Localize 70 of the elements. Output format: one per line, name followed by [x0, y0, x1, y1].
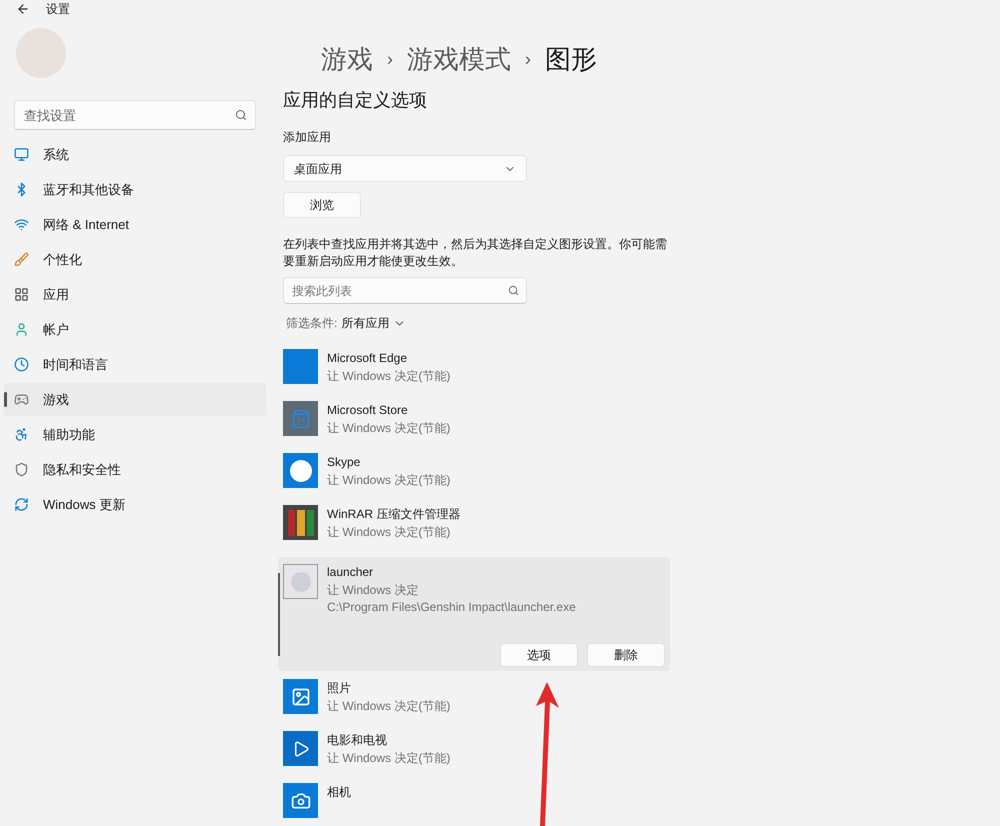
search-icon — [235, 109, 247, 121]
wifi-icon — [14, 217, 29, 232]
breadcrumb-item[interactable]: 游戏模式 — [407, 40, 511, 79]
app-name: 电影和电视 — [327, 732, 388, 749]
app-status: 让 Windows 决定(节能) — [327, 472, 450, 488]
app-list-item[interactable]: 照片 让 Windows 决定(节能) — [283, 679, 678, 731]
person-icon — [14, 322, 29, 337]
app-path: C:\Program Files\Genshin Impact\launcher.exe — [327, 599, 576, 616]
app-name: Microsoft Edge — [327, 350, 408, 367]
sidebar-item[interactable]: 时间和语言 — [4, 348, 266, 381]
app-name: 照片 — [327, 680, 352, 697]
breadcrumb-separator: › — [387, 48, 393, 71]
browse-button[interactable]: 浏览 — [283, 192, 361, 218]
sidebar-item[interactable]: 帐户 — [4, 313, 266, 346]
app-status: 让 Windows 决定(节能) — [327, 420, 450, 436]
camera-icon — [283, 783, 318, 818]
app-list-item[interactable]: 电影和电视 让 Windows 决定(节能) — [283, 731, 678, 783]
app-list-item[interactable]: 相机 — [283, 783, 678, 826]
breadcrumb-item[interactable]: 游戏 — [321, 40, 373, 79]
app-name: Microsoft Store — [327, 402, 409, 419]
section-title: 应用的自定义选项 — [283, 89, 428, 112]
settings-search-field[interactable]: 查找设置 — [14, 100, 256, 130]
field-label: 添加应用 — [283, 129, 332, 146]
app-status: 让 Windows 决定(节能) — [327, 698, 450, 714]
app-name: 相机 — [327, 784, 351, 801]
accessibility-icon — [14, 427, 29, 442]
app-status: 让 Windows 决定(节能) — [327, 750, 450, 766]
app-status: 让 Windows 决定(节能) — [327, 368, 450, 384]
sidebar-item[interactable]: 隐私和安全性 — [4, 453, 266, 486]
app-list-item[interactable]: Skype 让 Windows 决定(节能) — [283, 453, 678, 505]
list-search-field[interactable]: 搜索此列表 — [283, 277, 527, 304]
grid-icon — [14, 287, 29, 302]
shopping-bag-icon — [283, 401, 318, 436]
breadcrumb-separator: › — [525, 48, 531, 71]
filter-dropdown[interactable]: 筛选条件: 所有应用 — [286, 314, 678, 332]
app-list-item[interactable]: launcher 让 Windows 决定 C:\Program Files\Genshin Impact\launcher.exe 选项 删除 — [278, 557, 670, 671]
gamepad-icon — [14, 392, 29, 407]
brush-icon — [14, 252, 29, 267]
app-list-item[interactable]: Microsoft Edge 让 Windows 决定(节能) — [283, 349, 678, 401]
app-status: 让 Windows 决定 — [327, 582, 420, 598]
clock-icon — [14, 357, 29, 372]
app-name: launcher — [327, 564, 374, 581]
app-type-dropdown[interactable]: 桌面应用 — [283, 155, 527, 182]
app-status: 让 Windows 决定(节能) — [327, 524, 452, 540]
window-title: 设置 — [46, 1, 70, 18]
sidebar-item[interactable]: 游戏 — [4, 383, 266, 416]
sidebar-item[interactable]: 个性化 — [4, 243, 266, 276]
sidebar-item[interactable]: 系统 — [4, 138, 266, 171]
photo-icon — [283, 679, 318, 714]
app-list-item[interactable]: Microsoft Store 让 Windows 决定(节能) — [283, 401, 678, 453]
sidebar-item[interactable]: 应用 — [4, 278, 266, 311]
shield-icon — [14, 462, 29, 477]
monitor-icon — [14, 147, 29, 162]
character-avatar — [283, 564, 318, 599]
app-name: WinRAR 压缩文件管理器 — [327, 506, 460, 523]
sidebar-item[interactable]: 蓝牙和其他设备 — [4, 173, 266, 206]
app-name: Skype — [327, 454, 362, 471]
delete-button[interactable]: 删除 — [587, 643, 665, 667]
play-icon — [283, 731, 318, 766]
archive-books-icon — [283, 505, 318, 540]
sidebar-item[interactable]: 网络 & Internet — [4, 208, 266, 241]
breadcrumb-item: 图形 — [545, 43, 597, 76]
sidebar-item[interactable]: 辅助功能 — [4, 418, 266, 451]
description-text: 在列表中查找应用并将其选中，然后为其选择自定义图形设置。你可能需要重新启动应用才能使更改生效。 — [283, 236, 668, 270]
search-icon — [508, 285, 519, 296]
sidebar-item[interactable]: Windows 更新 — [4, 488, 266, 521]
app-list-item[interactable]: WinRAR 压缩文件管理器 让 Windows 决定(节能) — [283, 505, 678, 557]
options-button[interactable]: 选项 — [500, 643, 578, 667]
app-tile-icon — [283, 349, 318, 384]
refresh-icon — [14, 497, 29, 512]
